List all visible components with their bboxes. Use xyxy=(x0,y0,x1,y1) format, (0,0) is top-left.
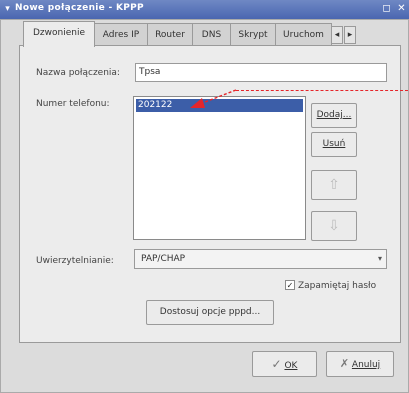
connection-name-label: Nazwa połączenia: xyxy=(36,68,120,78)
title-bar: ▾ Nowe połączenie - KPPP ◻ ✕ xyxy=(0,0,409,19)
tab-scroll-left-icon[interactable]: ◂ xyxy=(331,26,343,44)
down-arrow-icon: ⇩ xyxy=(328,218,340,234)
add-button[interactable]: Dodaj... xyxy=(311,103,357,128)
remember-password-checkbox[interactable]: ✓ xyxy=(285,280,295,290)
annotation-line xyxy=(236,90,408,91)
phone-number-list[interactable]: 202122 xyxy=(133,96,306,240)
annotation-arrow-icon xyxy=(190,89,237,108)
ok-button[interactable]: ✓ OK xyxy=(252,351,317,377)
remember-password-label: Zapamiętaj hasło xyxy=(298,281,377,291)
tab-router[interactable]: Router xyxy=(147,23,193,46)
move-down-button[interactable]: ⇩ xyxy=(311,211,357,241)
tab-adres-ip[interactable]: Adres IP xyxy=(94,23,148,46)
authentication-label: Uwierzytelnianie: xyxy=(36,256,114,266)
customize-pppd-button[interactable]: Dostosuj opcje pppd... xyxy=(146,300,274,325)
tab-dns[interactable]: DNS xyxy=(192,23,231,46)
remove-button[interactable]: Usuń xyxy=(311,132,357,157)
cancel-button[interactable]: ✗ Anuluj xyxy=(326,351,394,377)
connection-name-input[interactable]: Tpsa xyxy=(135,63,387,82)
tab-uruchom[interactable]: Uruchom xyxy=(275,23,332,46)
close-icon[interactable]: ✕ xyxy=(396,3,407,15)
tab-scroll-right-icon[interactable]: ▸ xyxy=(344,26,356,44)
up-arrow-icon: ⇧ xyxy=(328,177,340,193)
authentication-select[interactable]: PAP/CHAP ▾ xyxy=(134,249,387,269)
authentication-value: PAP/CHAP xyxy=(141,254,186,264)
cancel-icon: ✗ xyxy=(339,357,350,370)
restore-icon[interactable]: ◻ xyxy=(381,3,392,15)
tab-dzwonienie[interactable]: Dzwonienie xyxy=(23,21,95,47)
move-up-button[interactable]: ⇧ xyxy=(311,170,357,200)
chevron-down-icon: ▾ xyxy=(377,254,382,263)
window-menu-icon[interactable]: ▾ xyxy=(2,3,13,15)
window-title: Nowe połączenie - KPPP xyxy=(15,3,144,13)
tab-skrypt[interactable]: Skrypt xyxy=(230,23,276,46)
phone-number-label: Numer telefonu: xyxy=(36,99,110,109)
check-icon: ✓ xyxy=(271,357,282,371)
